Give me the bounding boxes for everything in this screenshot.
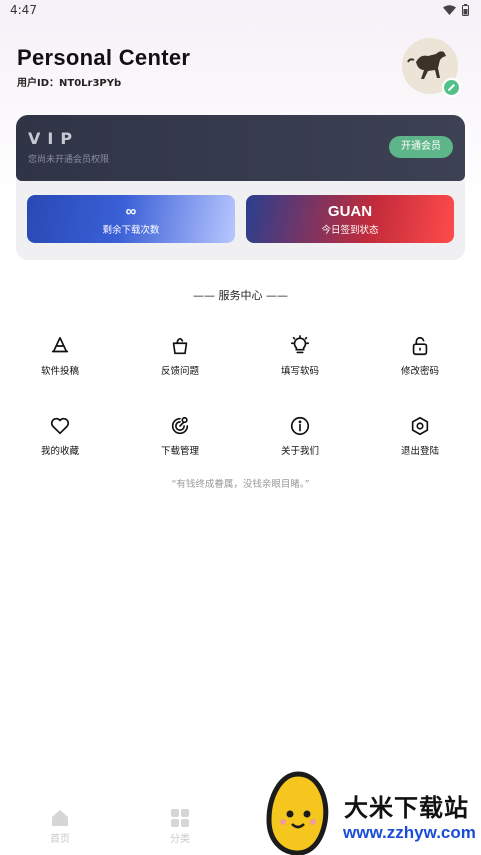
heart-icon (50, 417, 70, 435)
menu-label: 修改密码 (400, 366, 439, 377)
open-membership-button[interactable]: 开通会员 (389, 136, 453, 158)
menu-about-us[interactable]: 关于我们 (245, 415, 355, 457)
tab-category[interactable]: 分类 (150, 808, 210, 845)
download-manage-icon (171, 416, 189, 435)
checkin-status-card[interactable]: GUAN 今日签到状态 (246, 195, 454, 243)
menu-label: 退出登陆 (400, 446, 439, 457)
menu-label: 软件投稿 (40, 366, 79, 377)
menu-logout[interactable]: 退出登陆 (365, 415, 475, 457)
user-id: 用户ID：NT0Lr3PYb (17, 78, 122, 89)
feedback-icon (172, 337, 188, 355)
menu-change-password[interactable]: 修改密码 (365, 335, 475, 377)
vip-banner: VIP 您尚未开通会员权限 开通会员 (16, 115, 465, 181)
rice-mascot-logo (266, 771, 329, 855)
remaining-downloads-card[interactable]: ∞ 剩余下载次数 (27, 195, 235, 243)
status-bar: 4:47 (0, 0, 481, 22)
status-icons (443, 4, 469, 16)
watermark-url: www.zzhyw.com (343, 823, 476, 842)
menu-software-submit[interactable]: 软件投稿 (5, 335, 115, 377)
menu-download-manage[interactable]: 下载管理 (125, 415, 235, 457)
remaining-downloads-label: 剩余下载次数 (102, 225, 160, 236)
home-icon (52, 810, 68, 826)
watermark-name: 大米下载站 (344, 794, 469, 822)
battery-icon (462, 4, 469, 16)
tab-home[interactable]: 首页 (30, 808, 90, 845)
menu-label: 我的收藏 (40, 446, 79, 457)
menu-favorites[interactable]: 我的收藏 (5, 415, 115, 457)
tab-label: 首页 (50, 834, 70, 845)
menu-label: 填写软码 (280, 366, 319, 377)
menu-feedback[interactable]: 反馈问题 (125, 335, 235, 377)
quote-text: “有钱终成眷属，没钱亲眼目睹。” (171, 479, 310, 490)
grid-icon (171, 809, 189, 827)
service-center-title: —— 服务中心 —— (193, 289, 288, 302)
lock-icon (412, 336, 428, 356)
wifi-icon (443, 5, 456, 15)
menu-label: 关于我们 (280, 446, 319, 457)
menu-fill-code[interactable]: 填写软码 (245, 335, 355, 377)
app-store-icon (51, 336, 69, 353)
hexagon-settings-icon (411, 416, 429, 436)
vip-subtitle: 您尚未开通会员权限 (28, 155, 110, 165)
status-time: 4:47 (10, 3, 37, 17)
checkin-status-label: 今日签到状态 (321, 225, 379, 236)
menu-label: 下载管理 (160, 446, 199, 457)
menu-label: 反馈问题 (160, 366, 199, 377)
vip-title: VIP (28, 129, 80, 148)
page-title: Personal Center (17, 45, 191, 70)
edit-avatar-icon[interactable] (442, 78, 461, 97)
checkin-status-value: GUAN (327, 203, 373, 220)
lightbulb-icon (290, 335, 310, 354)
tab-label: 分类 (170, 834, 190, 845)
remaining-downloads-value: ∞ (125, 203, 137, 220)
info-icon (290, 416, 310, 436)
